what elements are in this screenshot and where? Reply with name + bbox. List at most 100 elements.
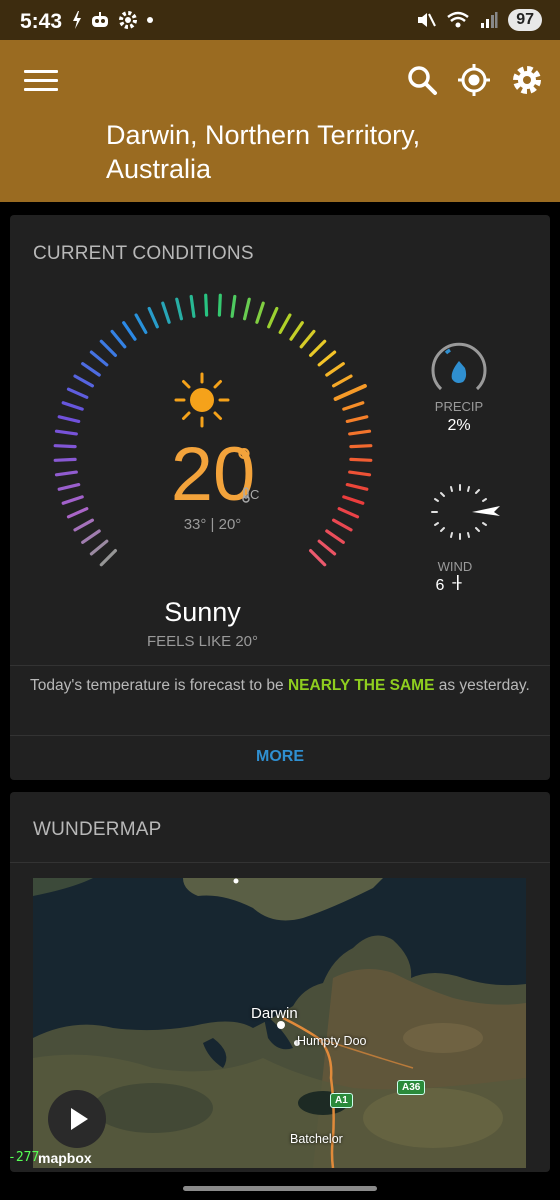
gauge-tick xyxy=(61,495,84,505)
road-badge-a1: A1 xyxy=(330,1093,353,1108)
gauge-tick xyxy=(325,362,345,377)
gear-icon[interactable] xyxy=(509,62,545,98)
gauge-tick xyxy=(81,362,101,377)
precip-label: PRECIP xyxy=(434,399,484,414)
gauge-tick xyxy=(230,294,237,318)
map-label-humpty-doo: Humpty Doo xyxy=(297,1034,367,1048)
play-icon xyxy=(71,1108,88,1130)
gauge-tick xyxy=(81,529,101,544)
forecast-text-part: as yesterday. xyxy=(434,677,530,694)
gauge-tick xyxy=(267,306,279,329)
gauge-tick xyxy=(99,339,118,357)
map-coordinate-readout: -277 xyxy=(8,1150,40,1165)
wind-label: WIND xyxy=(437,559,473,574)
dot-icon xyxy=(147,17,153,23)
gauge-tick xyxy=(348,470,372,477)
status-right-icons: 97 xyxy=(416,9,542,31)
status-time: 5:43 xyxy=(20,10,63,33)
gauge-tick xyxy=(309,549,327,567)
gauge-tick xyxy=(342,495,365,505)
gauge-tick xyxy=(89,350,109,367)
gauge-tick xyxy=(345,415,369,423)
gauge-tick xyxy=(317,350,337,367)
gauge-tick xyxy=(66,387,89,399)
search-icon[interactable] xyxy=(404,62,440,98)
gauge-tick xyxy=(348,429,372,436)
gauge-tick xyxy=(147,306,159,329)
status-left-icons xyxy=(72,10,154,30)
bolt-icon xyxy=(73,11,81,29)
gauge-tick xyxy=(349,457,373,462)
more-button[interactable]: MORE xyxy=(10,748,550,766)
gauge-tick xyxy=(345,483,369,491)
map-label-batchelor: Batchelor xyxy=(290,1132,343,1146)
mapbox-attribution[interactable]: mapbox xyxy=(38,1150,92,1166)
current-conditions-card: CURRENT CONDITIONS 20 ° C 33° | 20° Sunn… xyxy=(10,215,550,780)
precip-value: 2% xyxy=(447,417,471,434)
gauge-tick xyxy=(289,321,304,341)
sun-icon xyxy=(174,372,230,428)
gauge-tick xyxy=(342,401,365,411)
precip-gauge-icon xyxy=(431,342,487,391)
home-indicator[interactable] xyxy=(183,1186,377,1191)
robot-icon xyxy=(92,12,108,27)
gps-locate-icon[interactable] xyxy=(456,62,492,98)
gauge-tick xyxy=(110,329,127,349)
gauge-tick xyxy=(217,293,222,317)
map-label-darwin: Darwin xyxy=(251,1005,298,1022)
status-bar: 5:43 97 xyxy=(0,0,560,40)
wundermap-title: WUNDERMAP xyxy=(33,819,162,840)
gauge-tick xyxy=(73,374,95,388)
forecast-comparison-text: Today's temperature is forecast to be NE… xyxy=(30,676,530,696)
condition-text: Sunny xyxy=(164,597,241,627)
gauge-tick xyxy=(325,529,345,544)
high-low-temperature: 33° | 20° xyxy=(183,516,242,533)
gauge-tick xyxy=(243,297,251,321)
map-satellite-image xyxy=(33,878,526,1168)
battery-badge: 97 xyxy=(508,9,542,31)
gauge-tick xyxy=(134,313,148,335)
map-view[interactable]: Darwin Humpty Doo Batchelor A1 A36 mapbo… xyxy=(33,878,526,1168)
mute-icon xyxy=(418,13,437,27)
gauge-tick xyxy=(54,470,78,477)
gauge-tick xyxy=(73,518,95,532)
wind-compass-icon xyxy=(431,484,500,540)
card-divider xyxy=(10,862,550,863)
gauge-tick xyxy=(204,293,209,317)
menu-button[interactable] xyxy=(24,66,58,94)
gauge-tick xyxy=(332,518,353,532)
gauge-tick xyxy=(66,507,89,519)
gauge-tick xyxy=(161,301,171,324)
gauge-tick xyxy=(309,339,327,357)
gauge-tick xyxy=(53,457,77,462)
gauge-tick xyxy=(349,444,373,449)
card-divider xyxy=(10,665,550,666)
gauge-tick xyxy=(333,383,367,401)
gauge-tick xyxy=(122,321,137,341)
gauge-tick xyxy=(317,539,337,556)
gauge-tick xyxy=(189,294,196,318)
gauge-tick xyxy=(54,429,78,436)
app-bar: Darwin, Northern Territory, Australia xyxy=(0,40,560,202)
card-divider xyxy=(10,735,550,736)
gauge-tick xyxy=(175,297,183,321)
location-title: Darwin, Northern Territory, Australia xyxy=(106,120,421,184)
settings-status-icon xyxy=(119,11,137,29)
signal-icon xyxy=(481,12,498,28)
gauge-tick xyxy=(99,549,118,567)
gauge-tick xyxy=(53,444,77,449)
feels-like-text: FEELS LIKE 20° xyxy=(146,633,259,650)
road-badge-a36: A36 xyxy=(397,1080,426,1095)
forecast-highlight: NEARLY THE SAME xyxy=(287,677,435,694)
gauge-tick xyxy=(255,301,265,324)
gauge-tick xyxy=(299,329,316,349)
wundermap-card: WUNDERMAP Darwin Humpty Doo Batchelor A1… xyxy=(8,792,550,1172)
gauge-tick xyxy=(278,313,292,335)
gauge-tick xyxy=(57,483,81,491)
play-button[interactable] xyxy=(48,1090,106,1148)
temperature-unit: C xyxy=(250,487,260,502)
gauge-tick xyxy=(332,374,353,388)
gauge-tick xyxy=(61,401,84,411)
gauge-tick xyxy=(57,415,81,423)
wifi-icon xyxy=(447,11,469,28)
